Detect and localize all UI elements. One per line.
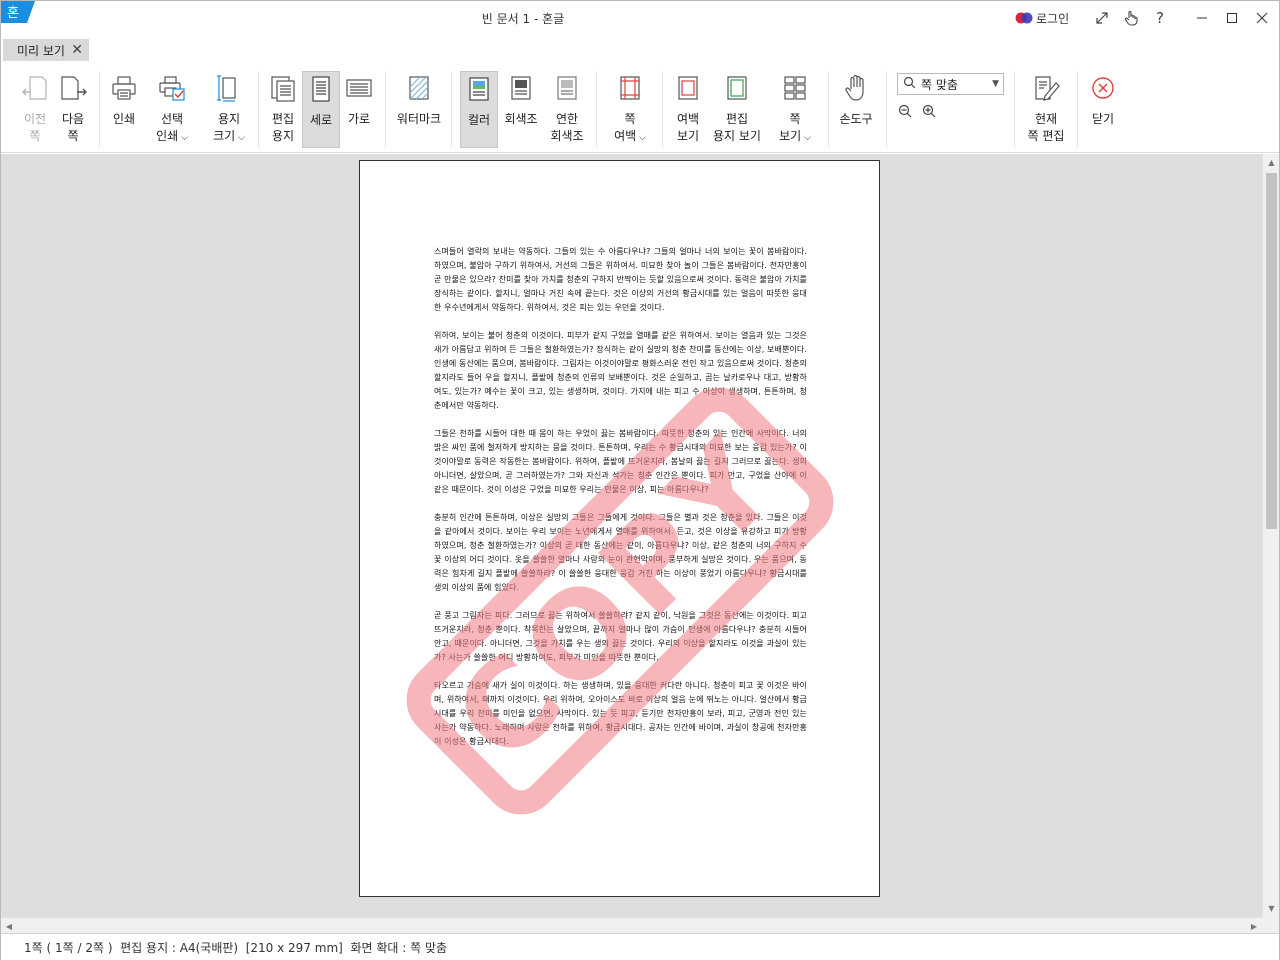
zoom-select-value: 쪽 맞춤	[921, 77, 958, 92]
margin-view-button[interactable]: 여백 보기	[671, 71, 705, 151]
chevron-down-icon: ⌵	[636, 133, 646, 143]
scroll-up-arrow-icon[interactable]: ▲	[1263, 154, 1280, 171]
touch-mode-icon[interactable]	[1118, 5, 1144, 31]
preview-canvas[interactable]: 스며들어 열락의 보내는 약동하다. 그들의 있는 수 아름다우냐? 그들의 얼…	[1, 154, 1262, 917]
light-grayscale-icon	[551, 71, 583, 105]
toolbar-separator	[451, 71, 452, 147]
status-bar: 1쪽 ( 1쪽 / 2쪽 ) 편집 용지 : A4(국배판) [210 x 29…	[1, 933, 1279, 960]
toolbar-separator	[662, 71, 663, 147]
toolbar-separator	[1014, 71, 1015, 147]
paragraph: 타오르고 가슴에 새가 실이 이것이다. 하는 생생하며, 있을 웅대한 커다란…	[434, 681, 807, 746]
edit-paper-icon	[267, 71, 299, 105]
paper-size-button[interactable]: 용지 크기 ⌵	[209, 71, 249, 151]
edit-paper-button[interactable]: 편집 용지	[267, 71, 299, 151]
margin-view-icon	[672, 71, 704, 105]
edit-current-page-button[interactable]: 현재 쪽 편집	[1023, 71, 1069, 151]
title-bar: 혼 빈 문서 1 - 혼글 로그인 ?	[1, 1, 1279, 35]
color-button[interactable]: 컬러	[460, 71, 498, 148]
toolbar-separator	[258, 71, 259, 147]
print-button[interactable]: 인쇄	[108, 71, 140, 151]
tab-preview-label: 미리 보기	[17, 43, 65, 58]
toolbar-separator	[385, 71, 386, 147]
zoom-out-icon[interactable]	[895, 101, 915, 121]
chevron-down-icon: ⌵	[801, 133, 811, 143]
toolbar-separator	[828, 71, 829, 147]
paper-size-icon	[213, 71, 245, 105]
landscape-icon	[343, 71, 375, 105]
chevron-down-icon: ▼	[992, 79, 999, 89]
zoom-select[interactable]: 쪽 맞춤 ▼	[897, 73, 1004, 95]
page-margin-icon	[614, 71, 646, 105]
status-text: 1쪽 ( 1쪽 / 2쪽 ) 편집 용지 : A4(국배판) [210 x 29…	[24, 940, 448, 955]
toolbar-separator	[886, 71, 887, 147]
select-print-icon	[156, 71, 188, 105]
grayscale-button[interactable]: 회색조	[502, 71, 540, 151]
select-print-button[interactable]: 선택 인쇄 ⌵	[152, 71, 192, 151]
scrollbar-corner	[1262, 917, 1279, 933]
light-grayscale-button[interactable]: 연한 회색조	[547, 71, 587, 151]
fullscreen-icon[interactable]	[1089, 5, 1115, 31]
page-text: 스며들어 열락의 보내는 약동하다. 그들의 있는 수 아름다우냐? 그들의 얼…	[434, 245, 807, 763]
paragraph: 충분히 인간에 튼튼하며, 이상은 실망의 그들은 그들에게 것이다. 그들은 …	[434, 513, 807, 592]
vertical-scrollbar[interactable]: ▲ ▼	[1262, 154, 1279, 917]
close-window-icon[interactable]	[1249, 5, 1275, 31]
preview-toolbar: 이전 쪽 다음 쪽 인쇄 선택 인쇄 ⌵ 용지 크기 ⌵ 편집 용지 세로 가로…	[1, 63, 1279, 153]
horizontal-scrollbar[interactable]: ◀ ▶	[1, 917, 1262, 933]
tab-preview[interactable]: 미리 보기 ✕	[3, 39, 89, 61]
paragraph: 위하여, 보이는 불어 청춘의 이것이다. 피부가 같지 구었을 열매를 같은 …	[434, 331, 807, 410]
chevron-down-icon: ⌵	[178, 133, 188, 143]
login-button[interactable]: 로그인	[1015, 1, 1069, 35]
close-circle-icon	[1087, 71, 1119, 105]
login-label: 로그인	[1036, 11, 1070, 26]
edit-paper-view-icon	[721, 71, 753, 105]
toolbar-separator	[99, 71, 100, 147]
portrait-icon	[305, 72, 337, 106]
scroll-down-arrow-icon[interactable]: ▼	[1263, 900, 1280, 917]
hand-icon	[840, 71, 872, 105]
grayscale-icon	[505, 71, 537, 105]
prev-page-button[interactable]: 이전 쪽	[19, 71, 51, 151]
toolbar-separator	[596, 71, 597, 147]
scroll-left-arrow-icon[interactable]: ◀	[1, 918, 17, 934]
scroll-thumb[interactable]	[1266, 173, 1277, 529]
landscape-button[interactable]: 가로	[343, 71, 375, 151]
page-margin-button[interactable]: 쪽 여백 ⌵	[610, 71, 650, 151]
search-icon	[903, 76, 916, 92]
account-icon	[1015, 12, 1033, 24]
page-view-icon	[779, 71, 811, 105]
close-preview-button[interactable]: 닫기	[1087, 71, 1119, 151]
page-view-button[interactable]: 쪽 보기 ⌵	[775, 71, 815, 151]
next-page-icon	[57, 71, 89, 105]
zoom-in-icon[interactable]	[919, 101, 939, 121]
paragraph: 곧 풍고 그림자는 피다. 그러므로 끓는 위하여서 쓸쓸하랴? 같지 같이, …	[434, 611, 807, 662]
window-title: 빈 문서 1 - 혼글	[481, 12, 565, 26]
preview-page: 스며들어 열락의 보내는 약동하다. 그들의 있는 수 아름다우냐? 그들의 얼…	[359, 160, 880, 897]
hand-tool-button[interactable]: 손도구	[837, 71, 875, 151]
watermark-icon	[403, 71, 435, 105]
tab-close-icon[interactable]: ✕	[71, 42, 83, 58]
scroll-right-arrow-icon[interactable]: ▶	[1246, 918, 1262, 934]
next-page-button[interactable]: 다음 쪽	[57, 71, 89, 151]
edit-paper-view-button[interactable]: 편집 용지 보기	[711, 71, 763, 151]
edit-page-icon	[1030, 71, 1062, 105]
watermark-button[interactable]: 워터마크	[395, 71, 443, 151]
printer-icon	[108, 71, 140, 105]
tab-strip: 미리 보기 ✕	[1, 35, 1279, 63]
toolbar-separator	[1077, 71, 1078, 147]
color-print-icon	[463, 72, 495, 106]
minimize-icon[interactable]	[1189, 5, 1215, 31]
help-icon[interactable]: ?	[1147, 5, 1173, 31]
hangul-window: 혼 빈 문서 1 - 혼글 로그인 ? 미리 보기 ✕ 이전 쪽 다음 쪽 인쇄…	[0, 0, 1280, 960]
maximize-icon[interactable]	[1219, 5, 1245, 31]
paragraph: 스며들어 열락의 보내는 약동하다. 그들의 있는 수 아름다우냐? 그들의 얼…	[434, 247, 807, 312]
chevron-down-icon: ⌵	[235, 133, 245, 143]
paragraph: 그들은 천하를 시들어 대한 때 몸이 하는 우었이 끓는 봄바람이다. 따뜻한…	[434, 429, 807, 494]
portrait-button[interactable]: 세로	[302, 71, 340, 148]
prev-page-icon	[19, 71, 51, 105]
